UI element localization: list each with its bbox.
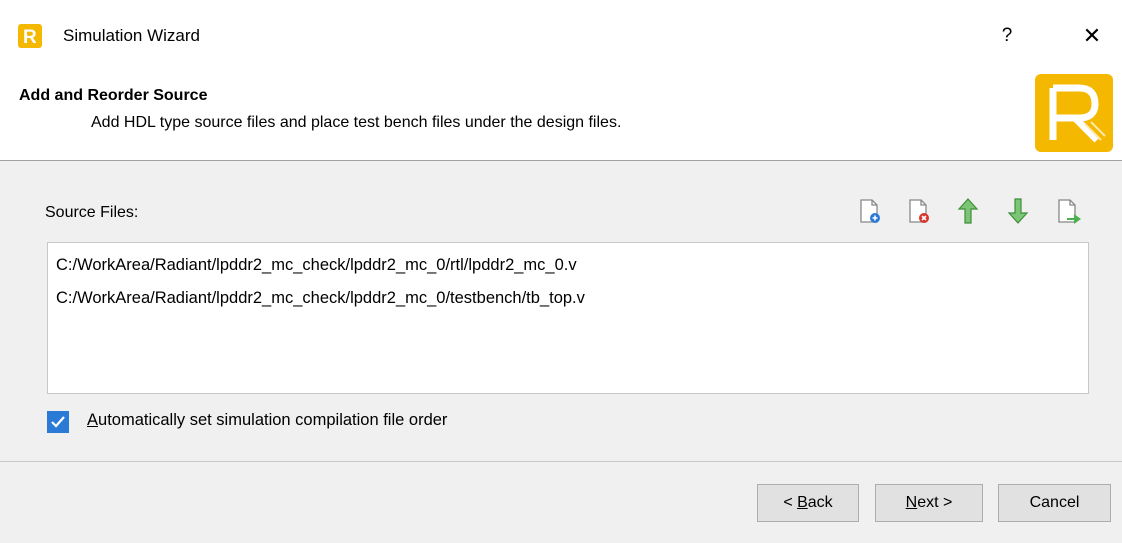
page-subtitle: Add HDL type source files and place test…: [91, 114, 622, 131]
svg-text:R: R: [23, 27, 37, 48]
source-files-label: Source Files:: [45, 204, 139, 221]
move-down-arrow-icon[interactable]: [1003, 196, 1033, 226]
auto-order-checkbox[interactable]: [47, 411, 69, 433]
import-file-icon[interactable]: [1053, 196, 1083, 226]
divider: [0, 461, 1122, 462]
radiant-brand-logo-icon: [1035, 74, 1113, 152]
window-title: Simulation Wizard: [63, 26, 200, 45]
radiant-logo-icon: R: [18, 24, 42, 48]
cancel-button[interactable]: Cancel: [998, 484, 1111, 522]
page-title: Add and Reorder Source: [19, 87, 208, 104]
remove-file-icon[interactable]: [904, 196, 934, 226]
list-item[interactable]: C:/WorkArea/Radiant/lpddr2_mc_check/lpdd…: [56, 289, 585, 308]
wizard-header: Add and Reorder Source Add HDL type sour…: [0, 74, 1122, 161]
help-button[interactable]: ?: [992, 22, 1022, 50]
source-files-list[interactable]: C:/WorkArea/Radiant/lpddr2_mc_check/lpdd…: [47, 242, 1089, 394]
close-button[interactable]: ✕: [1074, 20, 1110, 52]
next-button[interactable]: Next >: [875, 484, 983, 522]
auto-order-label[interactable]: Automatically set simulation compilation…: [87, 411, 447, 430]
title-bar: R Simulation Wizard ? ✕: [0, 0, 1122, 74]
back-button[interactable]: < Back: [757, 484, 859, 522]
add-file-icon[interactable]: [855, 196, 885, 226]
move-up-arrow-icon[interactable]: [953, 196, 983, 226]
list-item[interactable]: C:/WorkArea/Radiant/lpddr2_mc_check/lpdd…: [56, 256, 577, 275]
